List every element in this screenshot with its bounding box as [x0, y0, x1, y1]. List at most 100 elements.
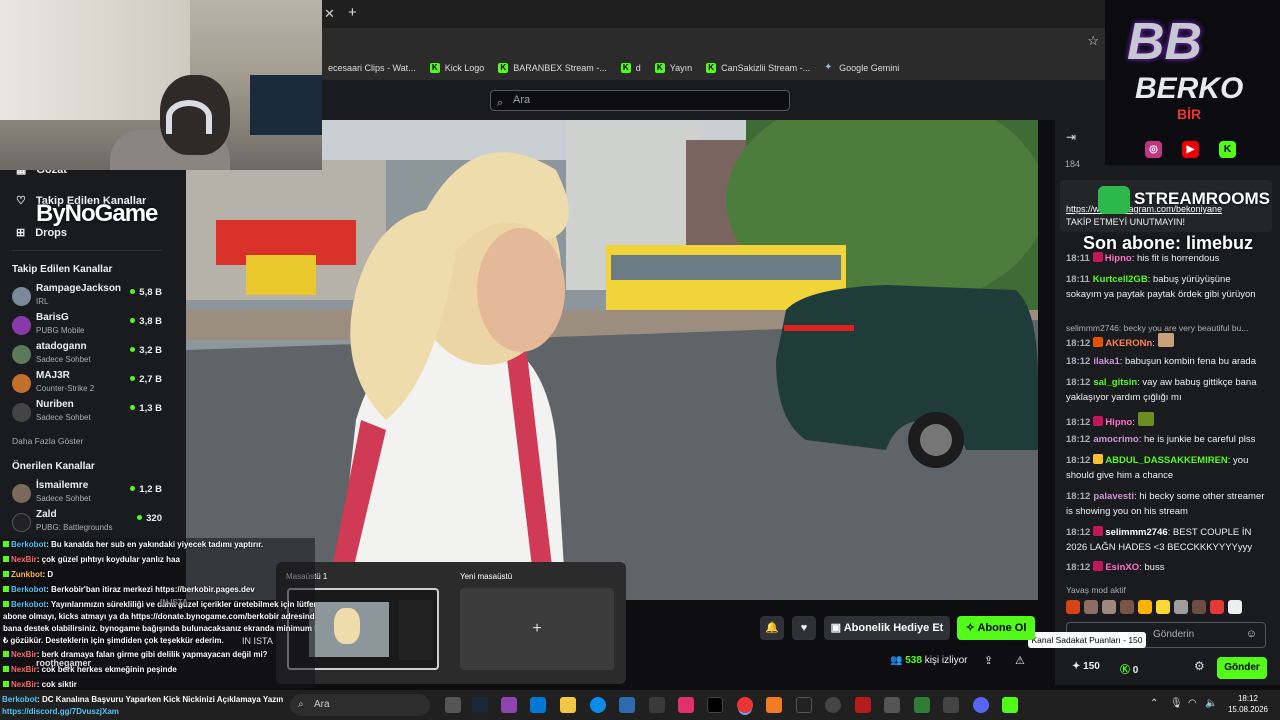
emote[interactable] — [1120, 600, 1134, 614]
emote[interactable] — [1066, 600, 1080, 614]
follow-heart-icon[interactable]: ♥ — [792, 616, 816, 640]
task-view-icon[interactable] — [445, 697, 461, 713]
chat-message: 18:11 Kurtcell2GB: babuş yürüyüşüne sokay… — [1066, 274, 1256, 300]
kick-icon: K — [706, 63, 717, 73]
epic-games-icon[interactable] — [796, 697, 812, 713]
bynogame-logo: ByNoGame — [36, 200, 158, 227]
chat-message: 18:12 AKERONn: — [1066, 333, 1266, 351]
chrome-icon[interactable] — [737, 697, 753, 713]
overlay-chat-line: Berkobot: Yayınlarımızın sürekliliği ve … — [3, 600, 315, 610]
overlay-chat-line: Zunkbot: D — [3, 570, 315, 580]
channel-item[interactable]: İsmailemre Sadece Sohbet 1,2 B — [12, 480, 162, 508]
channel-item[interactable]: BarisG PUBG Mobile 3,8 B — [12, 312, 162, 340]
channel-logo: BB BERKO BİR ◎ ▶ K — [1105, 0, 1280, 165]
bookmark-item[interactable]: K Yayın — [654, 63, 692, 73]
gift-sub-button[interactable]: ▣ Abonelik Hediye Et — [824, 616, 950, 640]
app-icon[interactable] — [884, 697, 900, 713]
search-input[interactable]: ⌕ Ara — [490, 90, 790, 111]
share-icon[interactable]: ⇪ — [984, 654, 993, 667]
discord-icon[interactable] — [973, 697, 989, 713]
new-tab-icon[interactable]: + — [348, 4, 357, 21]
overlay-chat-line: NexBir: çok güzel pıhtıyı koydular yanlı… — [3, 555, 315, 565]
volume-icon[interactable]: 🔈 — [1205, 698, 1217, 709]
video-player[interactable] — [186, 120, 1038, 600]
bookmark-item[interactable]: K CanSakizlii Stream -... — [706, 63, 810, 73]
emote[interactable] — [1102, 600, 1116, 614]
app-icon[interactable] — [825, 697, 841, 713]
send-button[interactable]: Gönder — [1217, 657, 1267, 679]
channel-item[interactable]: Zald PUBG: Battlegrounds 320 — [12, 509, 162, 537]
report-icon[interactable]: ⚠ — [1015, 654, 1025, 667]
kick-icon[interactable] — [1002, 697, 1018, 713]
kick-icon: K — [654, 63, 665, 73]
avatar — [12, 345, 31, 364]
avatar — [12, 403, 31, 422]
file-explorer-icon[interactable] — [560, 697, 576, 713]
subscribe-button[interactable]: ✧ Abone Ol — [957, 616, 1035, 640]
emote[interactable] — [1138, 600, 1152, 614]
copilot-icon[interactable] — [501, 697, 517, 713]
chat-message: 18:12 selimmm2746: BEST COUPLE İN 2026 LA… — [1066, 526, 1253, 553]
channel-points[interactable]: ✦ 150 — [1072, 661, 1100, 672]
bookmark-item[interactable]: K BARANBEX Stream -... — [498, 63, 607, 73]
chevron-up-icon[interactable]: ⌃ — [1150, 698, 1158, 709]
app-icon[interactable] — [619, 697, 635, 713]
overlay-chat-line: Berkobot: DC Kanalına Başvuru Yaparken K… — [2, 695, 284, 704]
search-icon: ⌕ — [497, 97, 504, 109]
ghost-sidebar-item: IN ISTA — [160, 598, 188, 607]
virtual-desktop-switcher: Masaüstü 1 Yeni masaüstü + — [276, 562, 626, 684]
app-icon[interactable] — [530, 697, 546, 713]
collapse-chat-icon[interactable]: ⇥ — [1066, 130, 1076, 144]
kick-points[interactable]: Ⓚ 0 — [1120, 661, 1138, 676]
app-icon[interactable] — [914, 697, 930, 713]
discord-link[interactable]: https://discord.gg/7DvuszjXam — [2, 707, 119, 716]
recommended-heading: Önerilen Kanallar — [12, 461, 95, 472]
emote[interactable] — [1210, 600, 1224, 614]
emote[interactable] — [1228, 600, 1242, 614]
close-tab-icon[interactable]: ✕ — [324, 6, 335, 22]
bookmark-item[interactable]: ✦ Google Gemini — [824, 63, 899, 74]
chat-message: 18:12 ilaka1: babuşun kombin fena bu arad… — [1066, 356, 1257, 367]
webcam-overlay — [0, 0, 322, 170]
bookmarks-bar: ecesaari Clips - Wat... K Kick Logo K BARA… — [322, 56, 1105, 80]
emote[interactable] — [1084, 600, 1098, 614]
emote[interactable] — [1156, 600, 1170, 614]
app-icon[interactable] — [766, 697, 782, 713]
bookmark-item[interactable]: Kd — [620, 63, 641, 73]
address-bar[interactable]: ☆ — [322, 28, 1105, 56]
divider — [12, 250, 162, 251]
heart-icon: ♡ — [16, 195, 26, 207]
show-more-link[interactable]: Daha Fazla Göster — [12, 436, 83, 446]
channel-item[interactable]: Nuriben Sadece Sohbet 1,3 B — [12, 399, 162, 427]
microphone-icon[interactable]: 🎙 — [1170, 698, 1183, 709]
chat-leaderboard: 184 — [1065, 159, 1081, 169]
tiktok-icon[interactable] — [707, 697, 723, 713]
chat-message: 18:12 sal_gitsin: vay aw babuş gittikçe b… — [1066, 377, 1257, 403]
bookmark-star-icon[interactable]: ☆ — [1087, 33, 1099, 49]
steam-icon[interactable] — [472, 697, 488, 713]
settings-gear-icon[interactable]: ⚙ — [1194, 659, 1205, 673]
emote[interactable] — [1174, 600, 1188, 614]
app-icon[interactable] — [649, 697, 665, 713]
wifi-icon[interactable]: ◠ — [1188, 698, 1197, 709]
taskbar-search[interactable]: ⌕ Ara — [290, 694, 430, 716]
followed-heading: Takip Edilen Kanallar — [12, 264, 113, 275]
new-desktop-button[interactable]: + — [460, 588, 614, 670]
bookmark-item[interactable]: K Kick Logo — [429, 63, 484, 73]
channel-item[interactable]: RampageJackson IRL 5,8 B — [12, 283, 162, 311]
overlay-chat-line: abone olmayı, kicks atmayı ya da https:/… — [3, 612, 315, 621]
emoji-icon[interactable]: ☺ — [1246, 628, 1257, 640]
avatar — [12, 374, 31, 393]
kick-icon: K — [498, 63, 509, 73]
notification-bell-icon[interactable]: 🔔 — [760, 616, 784, 640]
app-icon[interactable] — [943, 697, 959, 713]
bookmark-item[interactable]: ecesaari Clips - Wat... — [328, 63, 416, 73]
channel-item[interactable]: MAJ3R Counter-Strike 2 2,7 B — [12, 370, 162, 398]
emote[interactable] — [1192, 600, 1206, 614]
channel-item[interactable]: atadogann Sadece Sohbet 3,2 B — [12, 341, 162, 369]
search-icon: ⌕ — [298, 699, 304, 710]
netflix-icon[interactable] — [855, 697, 871, 713]
edge-icon[interactable] — [590, 697, 606, 713]
clock[interactable]: 18:12 15.08.2026 — [1222, 693, 1274, 715]
instagram-icon[interactable] — [678, 697, 694, 713]
